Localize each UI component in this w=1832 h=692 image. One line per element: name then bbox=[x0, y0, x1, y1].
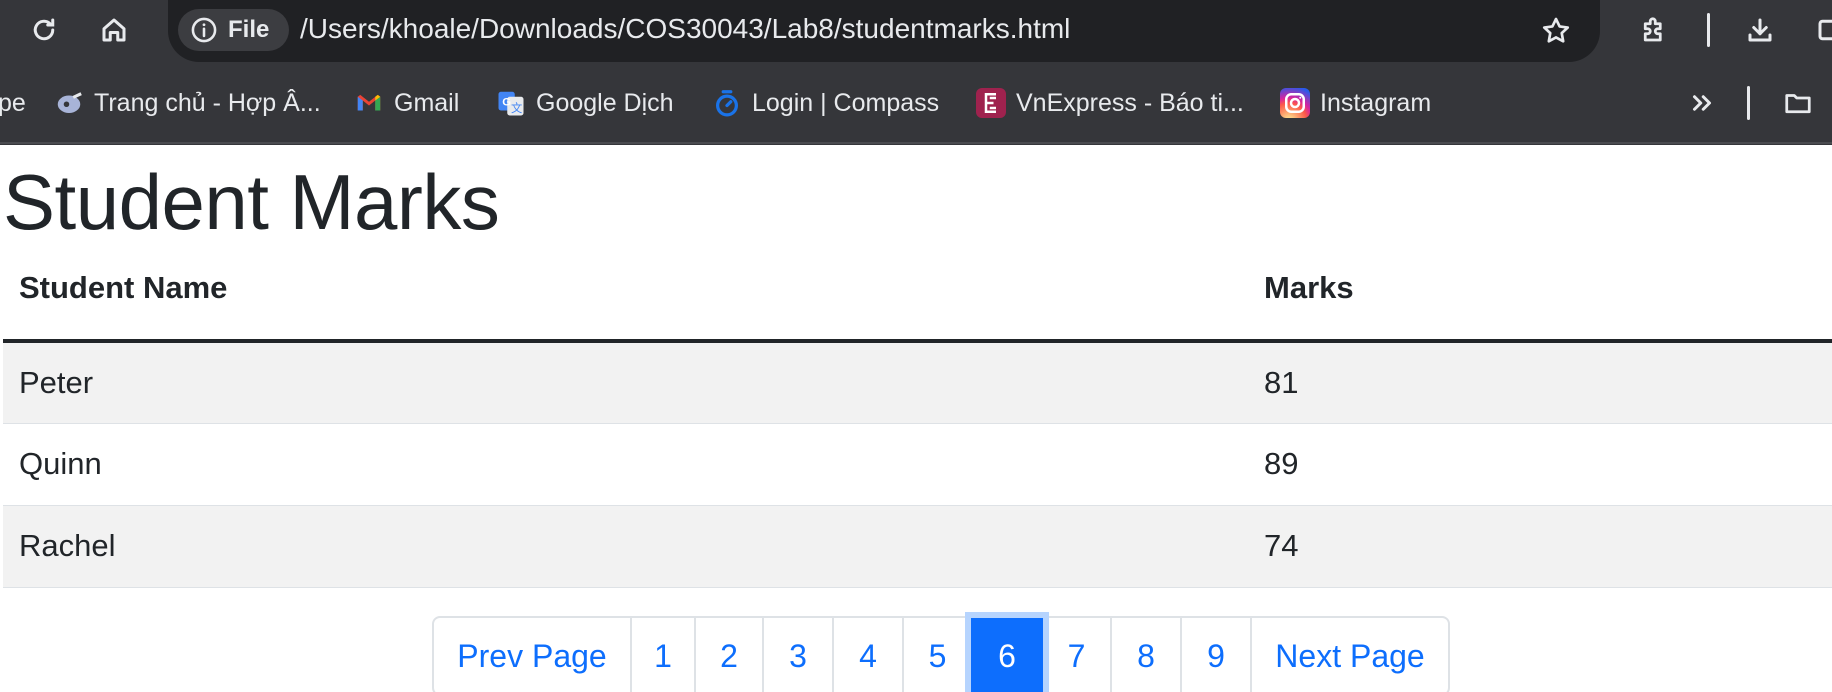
student-name-cell: Quinn bbox=[3, 423, 1248, 506]
bookmark-label: VnExpress - Báo ti... bbox=[1016, 88, 1244, 117]
bookmark-item-compass[interactable]: Login | Compass bbox=[712, 86, 939, 120]
svg-text:文: 文 bbox=[511, 101, 522, 115]
bookmark-star-icon[interactable] bbox=[1534, 9, 1578, 53]
bookmarks-bar: pe Trang chủ - Hợp Â... Gmail G文 Google … bbox=[0, 62, 1832, 144]
download-icon[interactable] bbox=[1738, 8, 1782, 52]
address-bar[interactable]: File /Users/khoale/Downloads/COS30043/La… bbox=[168, 0, 1600, 62]
page-title: Student Marks bbox=[3, 158, 500, 246]
prev-page-button[interactable]: Prev Page bbox=[434, 618, 630, 692]
info-icon bbox=[191, 17, 217, 43]
site-info-chip[interactable]: File bbox=[178, 9, 290, 51]
home-icon[interactable] bbox=[92, 8, 136, 52]
bookmark-label: Instagram bbox=[1320, 88, 1432, 117]
compass-icon bbox=[712, 88, 742, 118]
side-panel-icon[interactable] bbox=[1808, 8, 1832, 52]
more-bookmarks-icon[interactable] bbox=[1680, 81, 1724, 125]
bookmarks-divider bbox=[1747, 86, 1750, 120]
marks-cell: 74 bbox=[1248, 505, 1832, 588]
page-button-4[interactable]: 4 bbox=[832, 618, 902, 692]
student-name-cell: Peter bbox=[3, 341, 1248, 424]
browser-chrome: File /Users/khoale/Downloads/COS30043/La… bbox=[0, 0, 1832, 145]
bookmark-label: Trang chủ - Hợp Â... bbox=[94, 88, 321, 117]
table-header-row: Student Name Marks bbox=[3, 237, 1832, 343]
page-button-3[interactable]: 3 bbox=[762, 618, 832, 692]
column-header-marks: Marks bbox=[1248, 237, 1832, 343]
bookmark-item-truncated[interactable]: pe bbox=[0, 86, 26, 120]
bookmark-item-hop-am[interactable]: Trang chủ - Hợp Â... bbox=[54, 86, 321, 120]
next-page-button[interactable]: Next Page bbox=[1250, 618, 1448, 692]
page-button-5[interactable]: 5 bbox=[902, 618, 971, 692]
all-bookmarks-folder-icon[interactable] bbox=[1776, 81, 1820, 125]
bookmark-label: pe bbox=[0, 88, 26, 117]
marks-cell: 89 bbox=[1248, 423, 1832, 506]
bookmark-label: Gmail bbox=[394, 88, 460, 117]
table-row: Rachel 74 bbox=[3, 505, 1832, 588]
file-chip-label: File bbox=[228, 16, 270, 43]
page-button-2[interactable]: 2 bbox=[694, 618, 762, 692]
page-button-1[interactable]: 1 bbox=[630, 618, 694, 692]
page-content: Student Marks Student Name Marks Peter 8… bbox=[0, 145, 1832, 692]
guitar-icon bbox=[54, 88, 84, 118]
page-button-7[interactable]: 7 bbox=[1043, 618, 1110, 692]
bookmark-label: Google Dịch bbox=[536, 88, 674, 117]
toolbar-divider bbox=[1707, 13, 1710, 47]
student-marks-table: Student Name Marks Peter 81 Quinn 89 Rac… bbox=[3, 237, 1832, 588]
column-header-student-name: Student Name bbox=[3, 237, 1248, 343]
table-row: Peter 81 bbox=[3, 341, 1832, 424]
instagram-icon bbox=[1280, 88, 1310, 118]
bookmark-item-google-dich[interactable]: G文 Google Dịch bbox=[496, 86, 674, 120]
vnexpress-icon bbox=[976, 88, 1006, 118]
page-button-9[interactable]: 9 bbox=[1180, 618, 1250, 692]
pagination: Prev Page 1 2 3 4 5 6 7 8 9 Next Page bbox=[432, 616, 1450, 692]
bookmark-item-instagram[interactable]: Instagram bbox=[1280, 86, 1431, 120]
extensions-icon[interactable] bbox=[1632, 8, 1676, 52]
bookmark-item-vnexpress[interactable]: VnExpress - Báo ti... bbox=[976, 86, 1244, 120]
table-row: Quinn 89 bbox=[3, 423, 1832, 506]
gmail-icon bbox=[354, 88, 384, 118]
bookmark-label: Login | Compass bbox=[752, 88, 940, 117]
student-name-cell: Rachel bbox=[3, 505, 1248, 588]
svg-text:G: G bbox=[502, 97, 511, 109]
bookmark-item-gmail[interactable]: Gmail bbox=[354, 86, 459, 120]
page-button-8[interactable]: 8 bbox=[1110, 618, 1180, 692]
browser-toolbar: File /Users/khoale/Downloads/COS30043/La… bbox=[0, 0, 1832, 62]
google-translate-icon: G文 bbox=[496, 88, 526, 118]
url-text[interactable]: /Users/khoale/Downloads/COS30043/Lab8/st… bbox=[300, 13, 1070, 45]
marks-cell: 81 bbox=[1248, 341, 1832, 424]
reload-icon[interactable] bbox=[22, 8, 66, 52]
page-button-6-active[interactable]: 6 bbox=[971, 618, 1043, 692]
